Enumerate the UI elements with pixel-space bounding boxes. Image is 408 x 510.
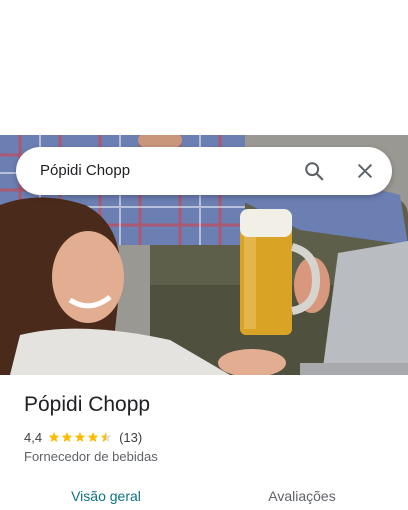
tab-overview[interactable]: Visão geral — [4, 485, 208, 509]
search-input[interactable]: Pópidi Chopp — [40, 147, 130, 195]
star-icon — [87, 432, 99, 442]
place-category: Fornecedor de bebidas — [24, 449, 158, 464]
tab-bar: Visão geral Avaliações — [0, 485, 408, 509]
search-icon[interactable] — [302, 159, 326, 183]
place-sheet: Pópidi Chopp Pópidi Chopp 4,4 (13) Forne… — [0, 0, 408, 510]
star-rating — [48, 431, 113, 443]
close-icon[interactable] — [353, 159, 377, 183]
rating-value: 4,4 — [24, 429, 43, 445]
star-half-icon — [100, 432, 112, 442]
review-count[interactable]: (13) — [119, 430, 142, 445]
star-icon — [48, 432, 60, 442]
star-icon — [74, 432, 86, 442]
search-bar[interactable]: Pópidi Chopp — [16, 147, 392, 195]
rating-row[interactable]: 4,4 (13) — [24, 429, 142, 445]
star-icon — [61, 432, 73, 442]
place-info-panel: Pópidi Chopp 4,4 (13) Fornecedor de bebi… — [0, 375, 408, 510]
tab-reviews[interactable]: Avaliações — [200, 485, 404, 509]
place-title: Pópidi Chopp — [24, 393, 151, 416]
